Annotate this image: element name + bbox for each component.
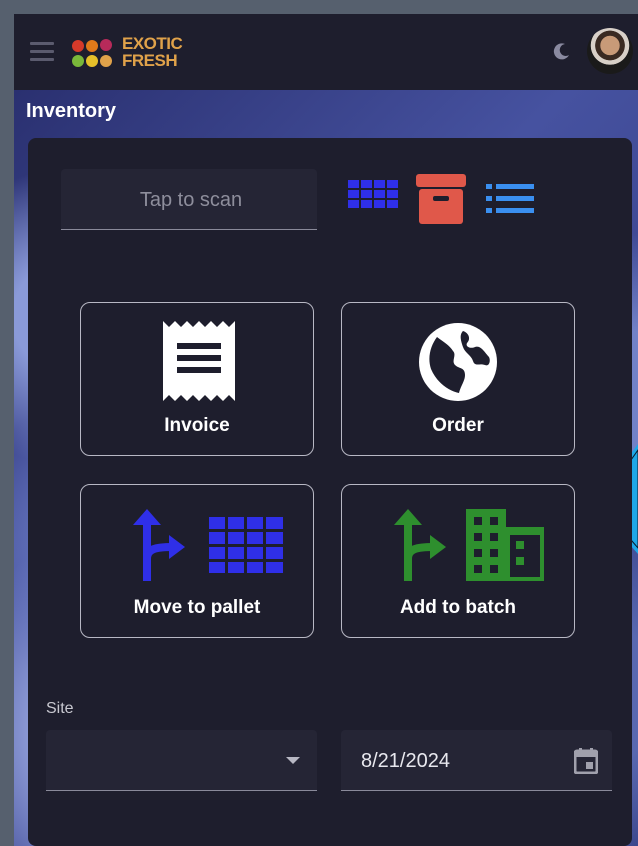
scan-input[interactable] [61,169,321,231]
dark-mode-icon[interactable] [552,41,572,61]
move-to-pallet-label: Move to pallet [133,597,261,618]
calendar-icon[interactable] [574,748,598,774]
invoice-button[interactable]: Invoice [80,302,314,456]
building-icon [466,509,544,581]
page-title: Inventory [26,100,117,122]
archive-box-icon[interactable] [416,174,466,224]
date-value: 8/21/2024 [361,750,450,772]
move-to-pallet-button[interactable]: Move to pallet [80,484,314,638]
receipt-icon [163,321,235,401]
add-to-batch-label: Add to batch [399,597,517,618]
inventory-panel: Invoice Order [28,138,632,846]
menu-icon[interactable] [30,42,54,62]
screen-frame: EXOTIC FRESH Inventory Tap to scan Invoi… [0,0,638,846]
logo: EXOTIC FRESH [70,34,200,72]
grid-view-icon[interactable] [348,180,398,216]
scan-field[interactable] [61,169,321,231]
date-field[interactable]: 8/21/2024 [341,730,612,791]
fruit-logo-icon [72,39,112,67]
app-window: EXOTIC FRESH Inventory Tap to scan Invoi… [14,14,638,846]
dropdown-arrow-icon[interactable] [286,757,300,765]
order-button[interactable]: Order [341,302,575,456]
avatar[interactable] [587,28,633,74]
invoice-label: Invoice [164,415,230,436]
split-arrow-icon [394,509,446,581]
top-bar: EXOTIC FRESH [14,14,638,90]
list-view-icon[interactable] [486,184,534,214]
site-select[interactable] [46,730,317,791]
order-label: Order [432,415,484,436]
logo-text-bottom: FRESH [122,51,178,70]
add-to-batch-button[interactable]: Add to batch [341,484,575,638]
site-label: Site [46,700,74,717]
grid-pallet-icon [209,517,283,573]
split-arrow-icon [133,509,185,581]
globe-icon [419,323,497,401]
